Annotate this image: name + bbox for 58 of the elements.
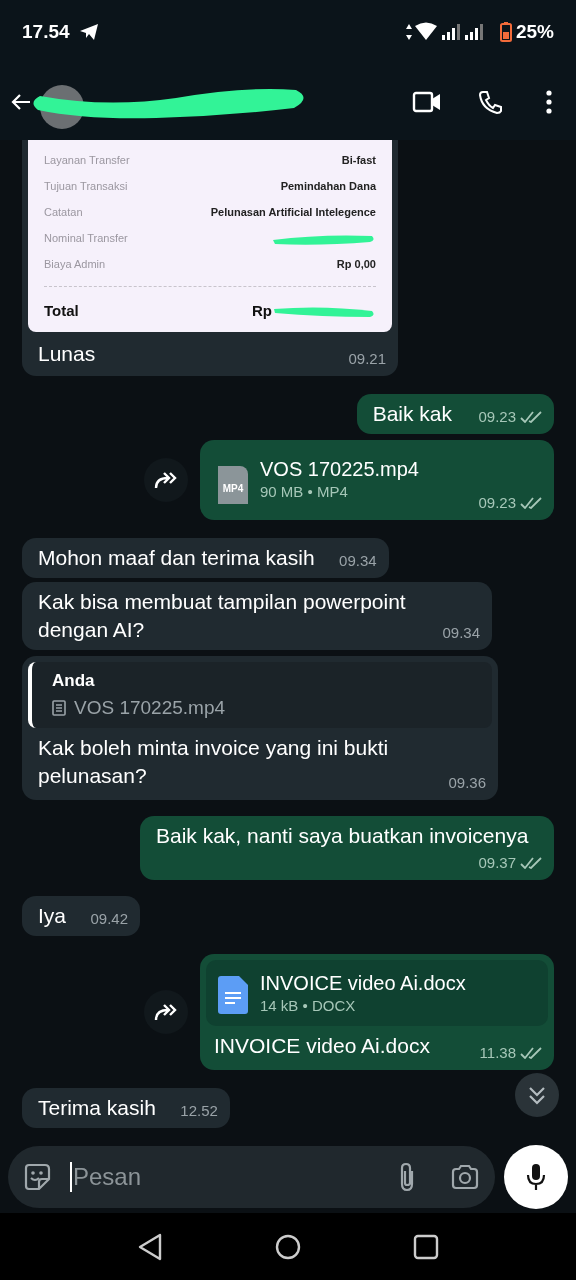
quote-text: VOS 170225.mp4 [74, 695, 226, 720]
recents-nav-icon[interactable] [413, 1233, 439, 1260]
message-time: 09.37 [478, 852, 516, 873]
message-text: Lunas [38, 342, 96, 365]
receipt-label: Nominal Transfer [44, 231, 128, 247]
message-time: 09.42 [90, 908, 128, 929]
receipt-label: Layanan Transfer [44, 153, 130, 169]
message-time: 09.21 [348, 348, 386, 369]
receipt-value: Bi-fast [341, 153, 376, 169]
receipt-total-label: Total [44, 300, 79, 321]
quote-author: Anda [52, 670, 96, 692]
message-text: Kak bisa membuat tampilan powerpoint dengan AI? [38, 590, 406, 641]
video-call-icon[interactable] [412, 90, 442, 114]
message-text: Baik kak [372, 402, 452, 425]
quoted-message[interactable]: Anda VOS 170225.mp4 [28, 662, 492, 728]
message-input[interactable]: Pesan [73, 1156, 398, 1197]
message-time: 11.38 [479, 1042, 516, 1063]
message-text: Iya [38, 904, 66, 927]
receipt-value: Pelunasan Artificial Intelegence [210, 205, 376, 221]
receipt-label: Tujuan Transaksi [44, 179, 128, 195]
file-details: 14 kB • DOCX [260, 996, 357, 1016]
microphone-icon [526, 1162, 547, 1191]
file-attachment[interactable]: MP4 VOS 170225.mp4 90 MB • MP4 [206, 446, 431, 514]
forward-button[interactable] [144, 458, 188, 502]
back-nav-icon[interactable] [137, 1232, 163, 1261]
message-time: 09.36 [448, 772, 486, 793]
video-file-icon: MP4 [218, 466, 248, 504]
receipt-total-value: Rp [252, 300, 272, 321]
file-attachment[interactable]: INVOICE video Ai.docx 14 kB • DOCX [206, 960, 548, 1026]
file-name: VOS 170225.mp4 [260, 457, 419, 482]
forward-button[interactable] [144, 990, 188, 1034]
message-time: 09.34 [339, 550, 377, 571]
file-details: 90 MB • MP4 [260, 482, 349, 502]
file-name: INVOICE video Ai.docx [260, 971, 466, 996]
receipt-value: Rp 0,00 [336, 257, 376, 273]
receipt-label: Catatan [44, 205, 83, 221]
document-icon [218, 976, 248, 1014]
home-nav-icon[interactable] [275, 1233, 301, 1260]
clock: 17.54 [22, 19, 70, 44]
message-text: Mohon maaf dan terima kasih [38, 546, 315, 569]
message-time: 09.23 [478, 492, 516, 513]
camera-icon[interactable] [451, 1163, 480, 1190]
receipt-label: Biaya Admin [44, 257, 106, 273]
message-field[interactable]: Pesan [8, 1145, 496, 1208]
menu-icon[interactable] [546, 90, 552, 114]
message-time: 09.23 [478, 406, 516, 427]
document-icon [52, 699, 66, 716]
sticker-icon[interactable] [22, 1161, 52, 1192]
message-time: 12.52 [180, 1100, 218, 1121]
message-time: 09.34 [442, 622, 480, 643]
message-text: Kak boleh minta invoice yang ini bukti pelunasan? [38, 736, 389, 787]
scroll-down-button[interactable] [515, 1073, 559, 1117]
battery-level: 25% [515, 19, 554, 44]
message-text: INVOICE video Ai.docx [214, 1034, 430, 1057]
phone-icon[interactable] [478, 89, 504, 115]
message-text: Terima kasih [38, 1096, 156, 1119]
message-text: Baik kak, nanti saya buatkan invoicenya [156, 824, 529, 847]
receipt-value: Pemindahan Dana [280, 179, 376, 195]
